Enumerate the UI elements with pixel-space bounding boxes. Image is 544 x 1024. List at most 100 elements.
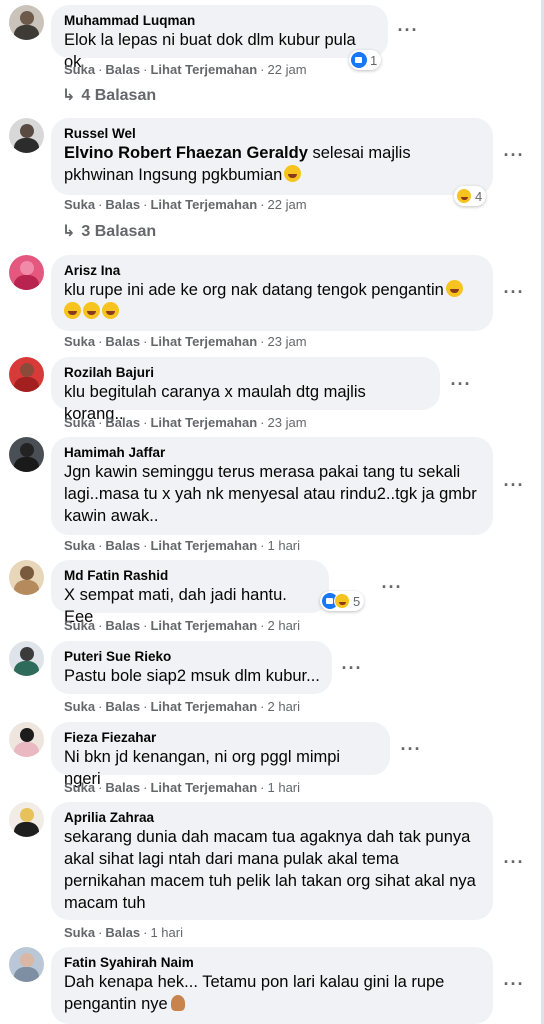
like-link[interactable]: Suka [64,62,95,77]
comment-bubble: Fieza Fiezahar Ni bkn jd kenangan, ni or… [51,722,390,788]
comment-time[interactable]: 2 hari [268,618,301,633]
comment-time[interactable]: 23 jam [268,415,307,430]
comment-text: Pastu bole siap2 msuk dlm kubur... [64,667,320,685]
more-options-icon[interactable]: ··· [502,853,526,871]
reaction-count: 4 [475,188,483,204]
reply-link[interactable]: Balas [105,780,140,795]
comment-actions: Suka · Balas · Lihat Terjemahan · 1 hari [64,538,301,553]
more-options-icon[interactable]: ··· [502,283,526,301]
comment-actions: Suka · Balas · Lihat Terjemahan · 22 jam [64,62,307,77]
comment-time[interactable]: 22 jam [268,62,307,77]
laughing-emoji-icon [102,302,119,319]
comment-author[interactable]: Md Fatin Rashid [64,567,317,584]
comment-text-body: Dah kenapa hek... Tetamu pon lari kalau … [64,973,445,1013]
more-options-icon[interactable]: ··· [502,476,526,494]
comment-time[interactable]: 22 jam [268,197,307,212]
translate-link[interactable]: Lihat Terjemahan [150,618,257,633]
reply-link[interactable]: Balas [105,618,140,633]
translate-link[interactable]: Lihat Terjemahan [150,699,257,714]
translate-link[interactable]: Lihat Terjemahan [150,780,257,795]
comment-time[interactable]: 1 hari [150,925,183,940]
avatar[interactable] [9,722,44,757]
reply-link[interactable]: Balas [105,699,140,714]
comment-actions: Suka · Balas · Lihat Terjemahan · 1 hari [64,780,301,795]
comment-author[interactable]: Arisz Ina [64,262,481,279]
reply-link[interactable]: Balas [105,538,140,553]
comment-bubble: Puteri Sue Rieko Pastu bole siap2 msuk d… [51,641,332,694]
more-options-icon[interactable]: ··· [502,975,526,993]
like-link[interactable]: Suka [64,925,95,940]
more-options-icon[interactable]: ··· [449,375,473,393]
mention-link[interactable]: Elvino Robert Fhaezan Geraldy [64,144,308,162]
avatar[interactable] [9,5,44,40]
reaction-count: 5 [353,593,361,609]
view-replies-link[interactable]: ↳ 4 Balasan [62,86,156,106]
comment-text: Jgn kawin seminggu terus merasa pakai ta… [64,463,477,525]
avatar[interactable] [9,437,44,472]
reply-arrow-icon: ↳ [62,87,76,104]
comment-actions: Suka · Balas · Lihat Terjemahan · 2 hari [64,699,301,714]
reply-link[interactable]: Balas [105,197,140,212]
translate-link[interactable]: Lihat Terjemahan [150,415,257,430]
translate-link[interactable]: Lihat Terjemahan [150,62,257,77]
reply-link[interactable]: Balas [105,415,140,430]
reply-link[interactable]: Balas [105,62,140,77]
reply-link[interactable]: Balas [105,925,140,940]
comment-bubble: Aprilia Zahraa sekarang dunia dah macam … [51,802,493,920]
comment-bubble: Russel Wel Elvino Robert Fhaezan Geraldy… [51,118,493,195]
comment-author[interactable]: Puteri Sue Rieko [64,648,320,665]
like-link[interactable]: Suka [64,538,95,553]
comment-text: Elvino Robert Fhaezan Geraldy selesai ma… [64,142,481,186]
reaction-summary[interactable]: 1 [349,50,382,70]
like-link[interactable]: Suka [64,334,95,349]
reaction-summary[interactable]: 5 [320,591,365,611]
like-link[interactable]: Suka [64,699,95,714]
more-options-icon[interactable]: ··· [502,146,526,164]
reply-arrow-icon: ↳ [62,223,76,240]
laughing-emoji-icon [64,302,81,319]
comment-text: klu rupe ini ade ke org nak datang tengo… [64,279,481,323]
avatar[interactable] [9,802,44,837]
reaction-summary[interactable]: 4 [454,186,487,206]
like-link[interactable]: Suka [64,618,95,633]
comment-author[interactable]: Aprilia Zahraa [64,809,481,826]
comment-bubble: Hamimah Jaffar Jgn kawin seminggu terus … [51,437,493,535]
avatar[interactable] [9,357,44,392]
like-link[interactable]: Suka [64,197,95,212]
comment-actions: Suka · Balas · Lihat Terjemahan · 22 jam [64,197,307,212]
translate-link[interactable]: Lihat Terjemahan [150,538,257,553]
comment-bubble: Rozilah Bajuri klu begitulah caranya x m… [51,357,440,423]
like-reaction-icon [351,52,367,68]
translate-link[interactable]: Lihat Terjemahan [150,197,257,212]
comment-author[interactable]: Hamimah Jaffar [64,444,481,461]
comment-time[interactable]: 23 jam [268,334,307,349]
comment-author[interactable]: Rozilah Bajuri [64,364,428,381]
comment-time[interactable]: 1 hari [268,780,301,795]
comment-actions: Suka · Balas · Lihat Terjemahan · 2 hari [64,618,301,633]
avatar[interactable] [9,560,44,595]
comment-author[interactable]: Fieza Fiezahar [64,729,378,746]
more-options-icon[interactable]: ··· [396,21,420,39]
replies-count: 3 Balasan [81,223,157,240]
reply-link[interactable]: Balas [105,334,140,349]
person-emoji-icon [170,995,185,1011]
like-link[interactable]: Suka [64,415,95,430]
like-link[interactable]: Suka [64,780,95,795]
avatar[interactable] [9,947,44,982]
reaction-count: 1 [370,52,378,68]
comment-author[interactable]: Muhammad Luqman [64,12,376,29]
more-options-icon[interactable]: ··· [380,578,404,596]
laughing-emoji-icon [83,302,100,319]
avatar[interactable] [9,255,44,290]
more-options-icon[interactable]: ··· [399,740,423,758]
view-replies-link[interactable]: ↳ 3 Balasan [62,222,156,242]
comment-author[interactable]: Russel Wel [64,125,481,142]
comment-time[interactable]: 1 hari [268,538,301,553]
comment-actions: Suka · Balas · Lihat Terjemahan · 23 jam [64,415,307,430]
more-options-icon[interactable]: ··· [340,659,364,677]
avatar[interactable] [9,641,44,676]
comment-author[interactable]: Fatin Syahirah Naim [64,954,481,971]
comment-time[interactable]: 2 hari [268,699,301,714]
translate-link[interactable]: Lihat Terjemahan [150,334,257,349]
avatar[interactable] [9,118,44,153]
